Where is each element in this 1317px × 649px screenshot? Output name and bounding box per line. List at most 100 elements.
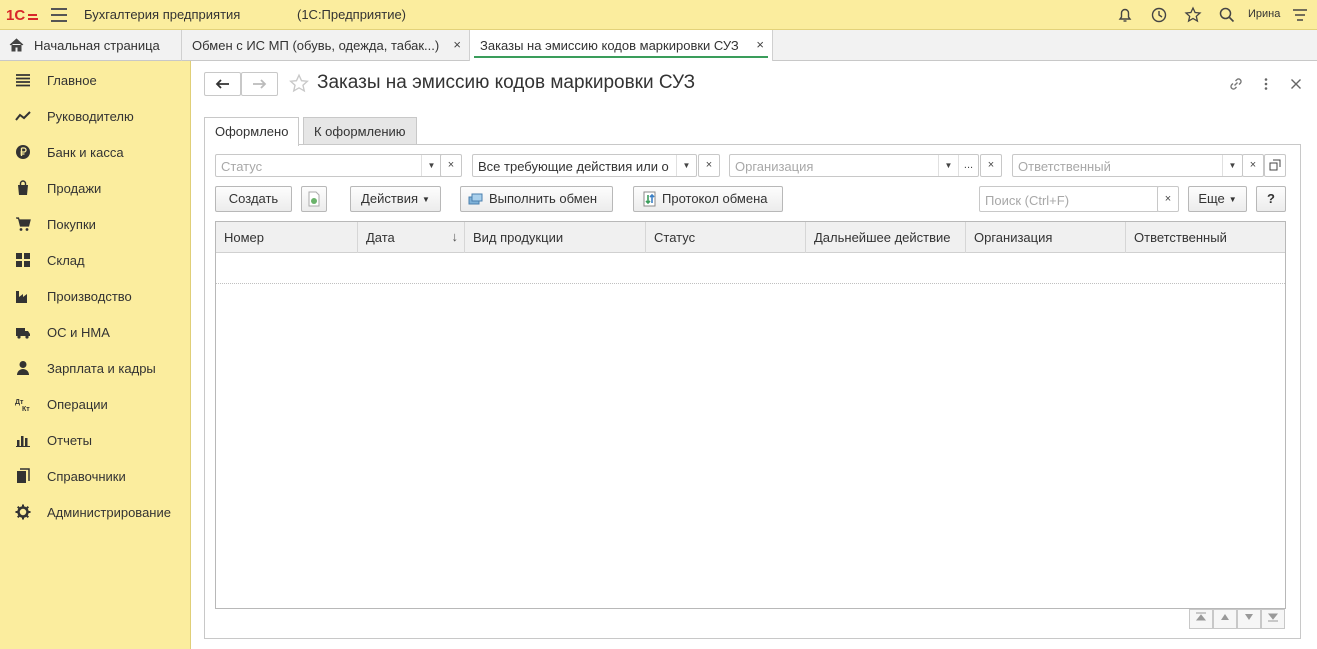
dropdown-arrow-icon: ▼: [422, 194, 430, 204]
up-arrow-icon: [1221, 614, 1229, 620]
copy-button[interactable]: [301, 186, 327, 212]
organization-filter-field[interactable]: Организация ▼ ...: [729, 154, 979, 177]
shopping-cart-icon: [16, 217, 31, 231]
scroll-up-button[interactable]: [1213, 609, 1237, 629]
column-header-number[interactable]: Номер: [216, 222, 358, 253]
down-arrow-icon: [1245, 614, 1253, 620]
sidebar-item-label: Справочники: [47, 469, 126, 484]
exchange-protocol-button[interactable]: Протокол обмена: [633, 186, 783, 212]
app-title: Бухгалтерия предприятия: [84, 7, 241, 22]
sidebar-item-purchases[interactable]: Покупки: [0, 206, 191, 242]
sidebar-item-production[interactable]: Производство: [0, 278, 191, 314]
tab-label: Начальная страница: [34, 38, 160, 53]
dt-kt-icon: ДтКт: [15, 399, 30, 412]
1c-logo-icon[interactable]: 1С: [6, 6, 38, 24]
clear-search-button[interactable]: ×: [1157, 186, 1179, 212]
organization-placeholder: Организация: [735, 159, 814, 174]
protocol-icon: [643, 191, 656, 207]
sidebar-item-directories[interactable]: Справочники: [0, 458, 191, 494]
sidebar-item-operations[interactable]: Дт Кт Операции: [0, 386, 191, 422]
sidebar-item-label: Главное: [47, 73, 97, 88]
help-button[interactable]: ?: [1256, 186, 1286, 212]
open-window-icon: [1269, 159, 1281, 171]
favorites-star-icon[interactable]: [1183, 5, 1203, 25]
sidebar-item-administration[interactable]: Администрирование: [0, 494, 191, 530]
create-button[interactable]: Создать: [215, 186, 292, 212]
tab-issued[interactable]: Оформлено: [204, 117, 300, 146]
dropdown-arrow-icon[interactable]: ▼: [938, 155, 958, 176]
settings-menu-icon[interactable]: [1290, 5, 1310, 25]
tab-label: Обмен с ИС МП (обувь, одежда, табак...): [192, 38, 440, 53]
table-row-empty[interactable]: [216, 253, 1285, 284]
last-page-icon: [1267, 613, 1279, 622]
history-icon[interactable]: [1149, 5, 1169, 25]
search-placeholder: Поиск (Ctrl+F): [985, 193, 1070, 208]
dropdown-arrow-icon[interactable]: ▼: [1222, 155, 1242, 176]
action-filter-field[interactable]: Все требующие действия или о ▼: [472, 154, 697, 177]
sidebar-item-sales[interactable]: Продажи: [0, 170, 191, 206]
factory-icon: [16, 291, 27, 303]
column-header-next-action[interactable]: Дальнейшее действие: [806, 222, 966, 253]
copy-document-icon: [308, 191, 320, 207]
column-header-responsible[interactable]: Ответственный: [1126, 222, 1285, 253]
status-filter-field[interactable]: Статус ▼: [215, 154, 446, 177]
column-header-product-type[interactable]: Вид продукции: [465, 222, 646, 253]
actions-label: Действия: [361, 191, 419, 206]
scroll-top-button[interactable]: [1189, 609, 1213, 629]
sidebar-item-bank[interactable]: Банк и касса: [0, 134, 191, 170]
open-windows-bar: Начальная страница Обмен с ИС МП (обувь,…: [0, 30, 1317, 61]
sidebar-item-salary[interactable]: Зарплата и кадры: [0, 350, 191, 386]
clear-action-button[interactable]: ×: [698, 154, 720, 177]
more-button[interactable]: Еще ▼: [1188, 186, 1247, 212]
favorite-star-icon[interactable]: [288, 73, 310, 95]
select-dots-button[interactable]: ...: [958, 155, 978, 176]
tab-exchange-ismp[interactable]: Обмен с ИС МП (обувь, одежда, табак...) …: [182, 30, 470, 61]
truck-icon: [16, 328, 30, 339]
close-tab-icon[interactable]: ×: [453, 37, 461, 52]
search-input[interactable]: Поиск (Ctrl+F): [979, 186, 1159, 212]
forward-button[interactable]: [241, 72, 278, 96]
books-icon: [17, 468, 30, 483]
column-header-organization[interactable]: Организация: [966, 222, 1126, 253]
bell-icon[interactable]: [1115, 5, 1135, 25]
clear-status-button[interactable]: ×: [440, 154, 462, 177]
dropdown-arrow-icon[interactable]: ▼: [421, 155, 441, 176]
tab-home[interactable]: Начальная страница: [0, 30, 182, 61]
more-vertical-icon[interactable]: [1257, 75, 1275, 93]
sidebar-item-fixed-assets[interactable]: ОС и НМА: [0, 314, 191, 350]
link-icon[interactable]: [1227, 75, 1245, 93]
first-page-icon: [1195, 612, 1207, 621]
sidebar-item-reports[interactable]: Отчеты: [0, 422, 191, 458]
close-tab-icon[interactable]: ×: [756, 37, 764, 52]
open-responsible-button[interactable]: [1264, 154, 1286, 177]
actions-menu-button[interactable]: Действия ▼: [350, 186, 441, 212]
svg-text:1С: 1С: [6, 7, 25, 24]
sidebar-item-label: Склад: [47, 253, 85, 268]
column-header-status[interactable]: Статус: [646, 222, 806, 253]
main-menu-icon[interactable]: [51, 8, 67, 22]
clear-responsible-button[interactable]: ×: [1242, 154, 1264, 177]
ruble-coin-icon: [16, 145, 30, 159]
top-bar: 1С Бухгалтерия предприятия (1С:Предприят…: [0, 0, 1317, 30]
arrow-left-icon: [215, 79, 229, 89]
sidebar-item-label: Зарплата и кадры: [47, 361, 156, 376]
user-name[interactable]: Ирина: [1248, 8, 1280, 20]
scroll-down-button[interactable]: [1237, 609, 1261, 629]
app-subtitle: (1С:Предприятие): [297, 7, 407, 22]
run-exchange-button[interactable]: Выполнить обмен: [460, 186, 613, 212]
column-header-date[interactable]: Дата ↓: [358, 222, 465, 253]
dropdown-arrow-icon[interactable]: ▼: [676, 155, 696, 176]
sidebar-item-warehouse[interactable]: Склад: [0, 242, 191, 278]
clear-organization-button[interactable]: ×: [980, 154, 1002, 177]
back-button[interactable]: [204, 72, 241, 96]
tab-suz-orders[interactable]: Заказы на эмиссию кодов маркировки СУЗ ×: [470, 30, 773, 61]
exchange-icon: [468, 193, 483, 205]
sidebar-item-main[interactable]: Главное: [0, 62, 191, 98]
orders-table[interactable]: Номер Дата ↓ Вид продукции Статус Дальне…: [215, 221, 1286, 609]
tab-to-issue[interactable]: К оформлению: [303, 117, 417, 145]
close-icon[interactable]: [1287, 75, 1305, 93]
responsible-filter-field[interactable]: Ответственный ▼: [1012, 154, 1243, 177]
scroll-bottom-button[interactable]: [1261, 609, 1285, 629]
search-icon[interactable]: [1217, 5, 1237, 25]
sidebar-item-manager[interactable]: Руководителю: [0, 98, 191, 134]
